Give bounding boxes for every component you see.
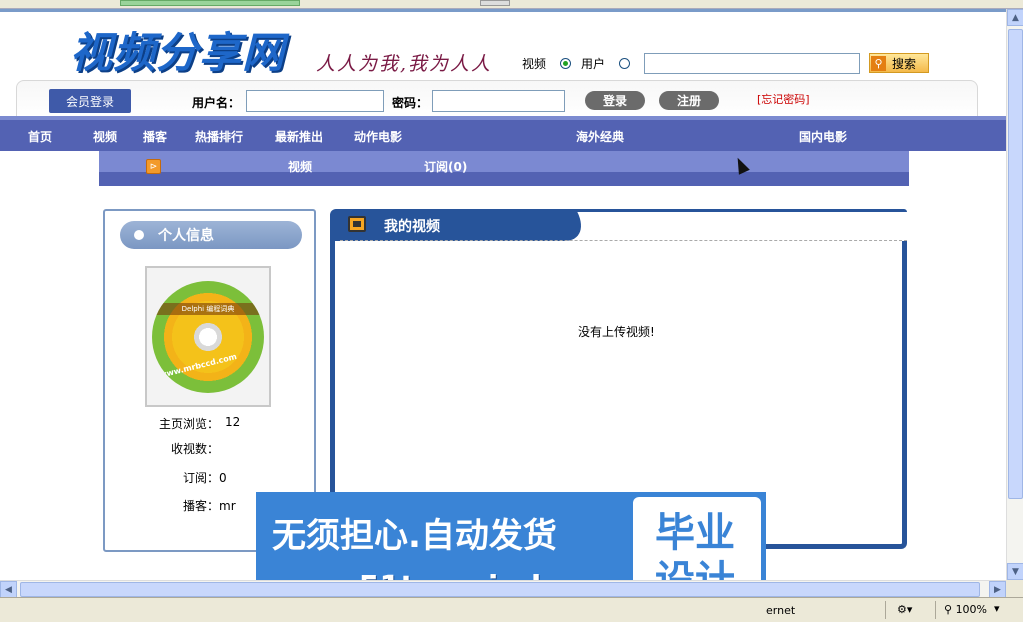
horizontal-scrollbar[interactable]: ◀ ▶ (0, 580, 1006, 598)
my-videos-title: 我的视频 (384, 219, 440, 235)
search-option-video-radio[interactable] (560, 57, 572, 69)
header-line (555, 209, 907, 212)
horizontal-scroll-thumb[interactable] (20, 582, 980, 597)
vertical-scroll-thumb[interactable] (1008, 29, 1023, 499)
password-label: 密码： (392, 96, 429, 110)
protected-mode-icon[interactable]: ⚙▾ (897, 603, 912, 616)
search-option-user-radio[interactable] (619, 57, 631, 69)
watermark-badge-line1: 毕业 (655, 510, 735, 556)
nav-item-domestic-movies[interactable]: 国内电影 (799, 128, 847, 145)
scroll-right-icon[interactable]: ▶ (989, 581, 1006, 598)
avatar[interactable]: Delphi 编程词典 www.mrbccd.com (145, 266, 271, 407)
favorites-label: 收视数： (171, 442, 220, 456)
forgot-password-link[interactable]: [忘记密码] (757, 91, 810, 107)
browser-tab[interactable] (120, 0, 300, 6)
zoom-level[interactable]: ⚲ 100% (944, 603, 987, 616)
username-label: 用户名： (192, 96, 241, 110)
my-videos-header: 我的视频 (330, 209, 907, 241)
browser-tab[interactable] (480, 0, 510, 6)
subscriptions-count: 订阅：0 (183, 471, 227, 485)
top-border (0, 9, 1006, 12)
bullet-icon (134, 230, 144, 240)
search-option-video-label: 视频 (522, 56, 547, 71)
search-input[interactable] (644, 52, 861, 74)
views-value: 12 (225, 415, 241, 429)
search-option-user-label: 用户 (581, 56, 606, 71)
scroll-down-icon[interactable]: ▼ (1007, 563, 1023, 580)
search-button[interactable]: ⚲ 搜索 (869, 53, 930, 73)
site-slogan: 人人为我,我为人人 (316, 53, 493, 75)
disc-url-text: www.mrbccd.com (158, 351, 238, 380)
avatar-disc-image: Delphi 编程词典 www.mrbccd.com (152, 280, 264, 393)
browser-tab-strip (0, 0, 1023, 9)
nav-item-newest[interactable]: 最新推出 (275, 128, 323, 145)
subnav-video-link[interactable]: 视频 (288, 158, 312, 175)
nav-item-overseas-classics[interactable]: 海外经典 (576, 128, 624, 145)
search-bar: 视频 用户 ⚲ 搜索 (522, 52, 930, 74)
nav-item-video[interactable]: 视频 (93, 128, 117, 145)
sub-nav: ⊳ 视频 订阅(0) (99, 151, 909, 186)
empty-videos-message: 没有上传视频! (578, 325, 655, 339)
nav-item-home[interactable]: 首页 (28, 128, 52, 145)
vertical-scrollbar[interactable]: ▲ ▼ (1006, 9, 1023, 580)
site-logo[interactable]: 视频分享网 (70, 19, 285, 80)
main-nav: 首页 视频 播客 热播排行 最新推出 动作电影 海外经典 国内电影 (0, 116, 1006, 151)
login-bar: 会员登录 用户名： 密码： 登录 注册 [忘记密码] (16, 80, 978, 118)
subnav-subscribe-link[interactable]: 订阅(0) (424, 158, 467, 175)
zoom-value: 100% (955, 603, 988, 616)
status-separator (885, 601, 886, 619)
profile-title-text: 个人信息 (158, 228, 214, 244)
status-bar: ernet ⚙▾ ⚲ 100% ▾ (0, 597, 1023, 622)
scrollbar-corner (1006, 580, 1023, 597)
watermark-line1: 无须担心.自动发货 (272, 516, 557, 556)
nav-item-podcast[interactable]: 播客 (143, 128, 167, 145)
disc-band-text: Delphi 编程词典 (152, 302, 264, 315)
zoom-dropdown-icon[interactable]: ▾ (994, 602, 1000, 615)
password-field[interactable] (432, 90, 565, 112)
tv-icon (348, 216, 366, 232)
status-separator (935, 601, 936, 619)
scroll-left-icon[interactable]: ◀ (0, 581, 17, 598)
scroll-up-icon[interactable]: ▲ (1007, 9, 1023, 26)
member-login-button[interactable]: 会员登录 (49, 89, 131, 113)
search-button-label: 搜索 (892, 56, 917, 71)
nav-item-top-ranked[interactable]: 热播排行 (195, 128, 243, 145)
podcaster-name: 播客：mr (183, 499, 236, 513)
username-field[interactable] (246, 90, 384, 112)
login-button[interactable]: 登录 (585, 91, 645, 110)
security-zone-text: ernet (766, 604, 796, 617)
profile-panel-title: 个人信息 (120, 221, 302, 249)
magnifier-icon: ⚲ (871, 55, 887, 71)
register-button[interactable]: 注册 (659, 91, 719, 110)
rss-icon[interactable]: ⊳ (146, 159, 161, 174)
views-label: 主页浏览： (159, 417, 220, 431)
nav-item-action-movies[interactable]: 动作电影 (354, 128, 402, 145)
divider (340, 240, 907, 241)
